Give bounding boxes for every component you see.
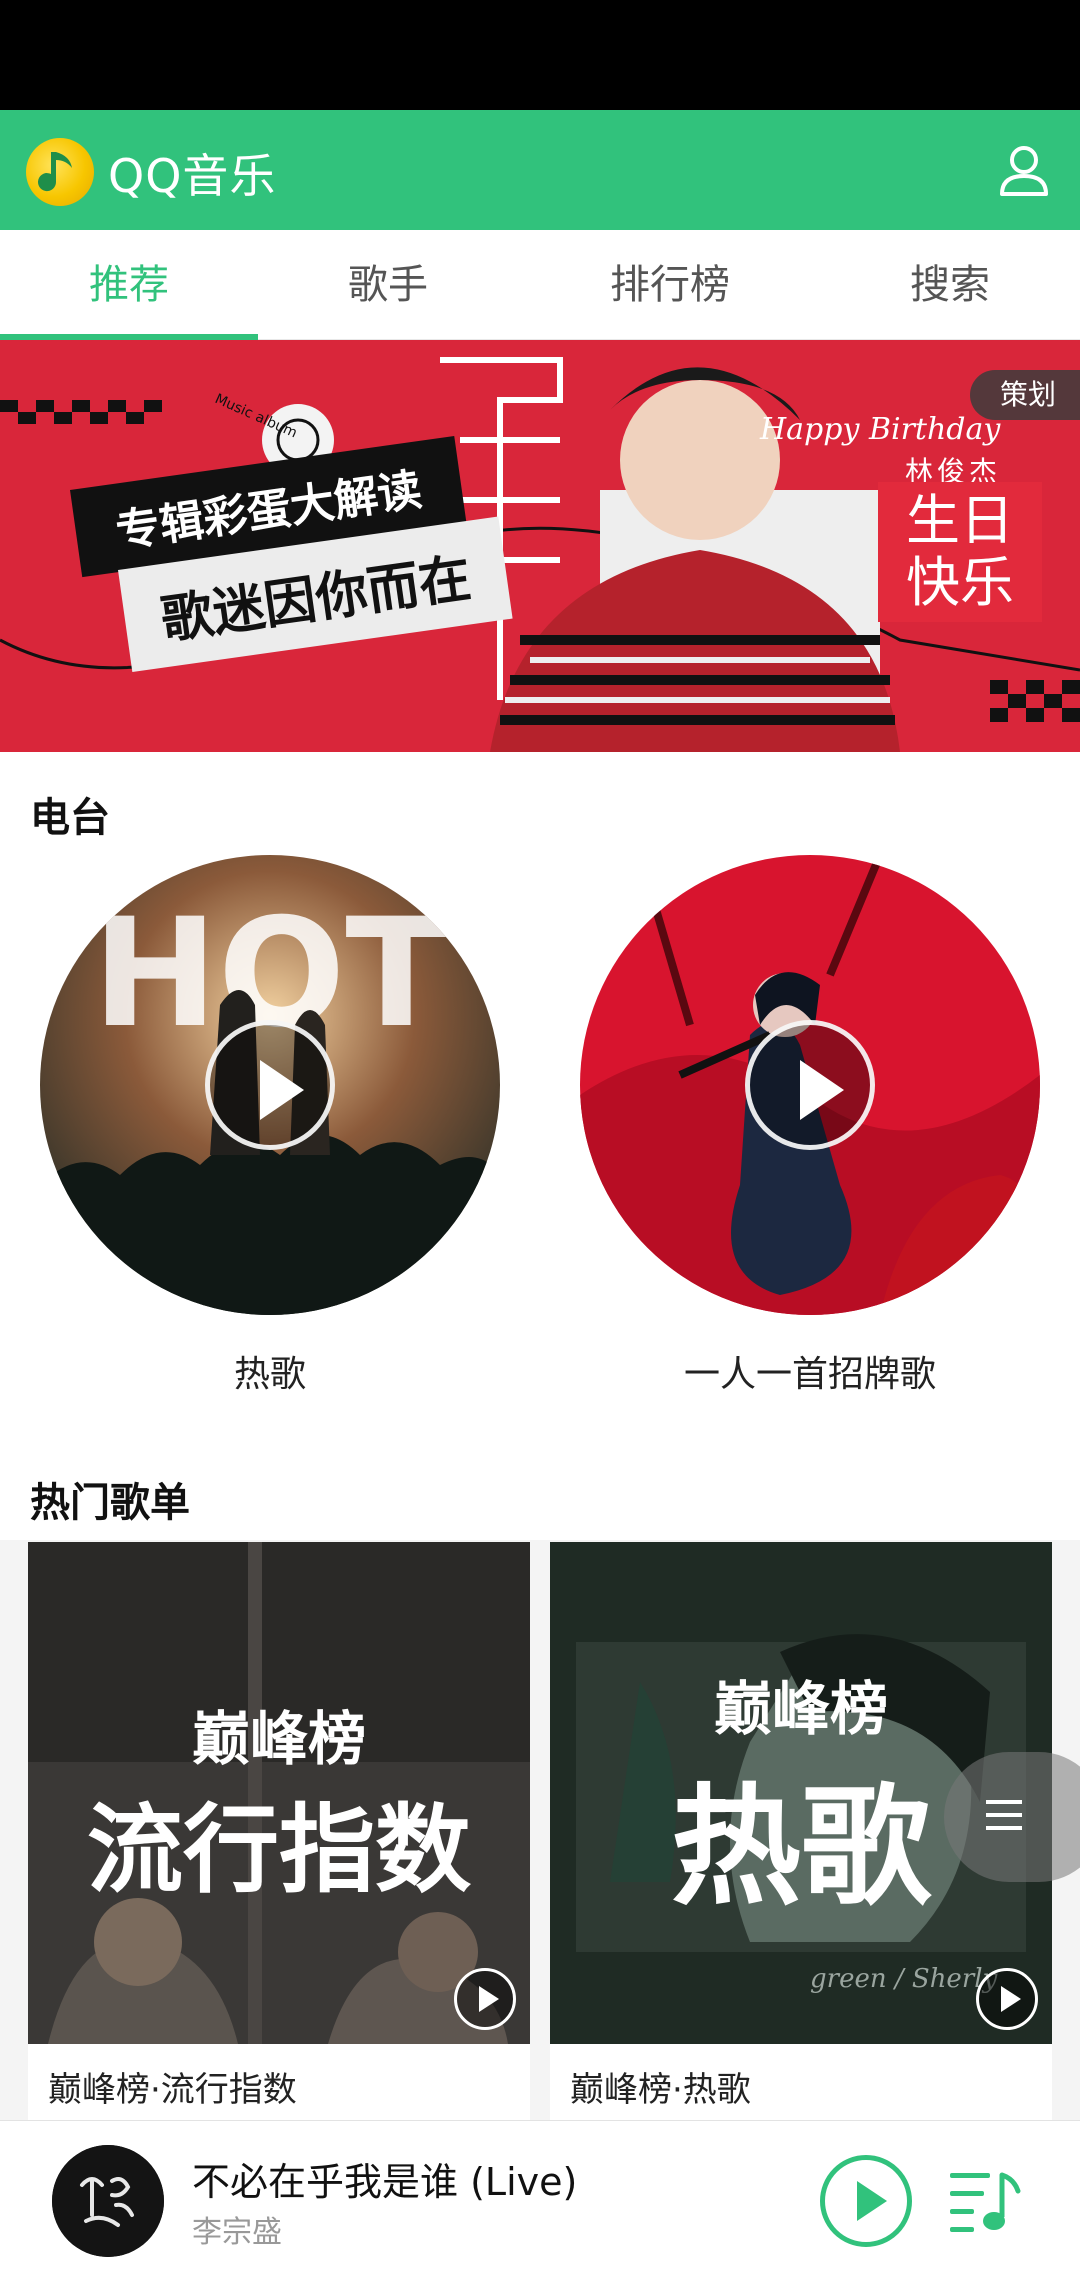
qq-music-logo-icon[interactable] bbox=[26, 138, 94, 206]
radio-label: 一人一首招牌歌 bbox=[683, 1354, 936, 1395]
app-bar: QQ音乐 bbox=[0, 110, 1080, 230]
tab-search[interactable]: 搜索 bbox=[820, 230, 1080, 340]
banner-greeting-line1: 生日 bbox=[906, 489, 1014, 552]
section-title-radio: 电台 bbox=[30, 795, 110, 841]
mini-player[interactable]: 不必在乎我是谁 (Live) 李宗盛 bbox=[0, 2120, 1080, 2280]
banner-greeting: 生日 快乐 bbox=[878, 482, 1042, 622]
playlist-cover-caption: green / Sherly bbox=[810, 1964, 998, 1994]
playlist-card-pop-index[interactable]: 巅峰榜 流行指数 巅峰榜·流行指数 bbox=[28, 1542, 530, 2120]
playlist-icon[interactable] bbox=[944, 2161, 1024, 2241]
playlist-cover-title: 流行指数 bbox=[87, 1794, 471, 1906]
playlist-title: 巅峰榜·热歌 bbox=[570, 2070, 751, 2110]
banner-greeting-line2: 快乐 bbox=[906, 551, 1014, 614]
banner-script-text: Happy Birthday bbox=[760, 412, 1001, 447]
play-icon[interactable] bbox=[976, 1968, 1038, 2030]
play-icon[interactable] bbox=[820, 2155, 912, 2247]
floating-menu-button[interactable] bbox=[944, 1752, 1080, 1882]
play-icon[interactable] bbox=[454, 1968, 516, 2030]
play-icon[interactable] bbox=[205, 1020, 335, 1150]
promo-banner[interactable]: Music album 专辑彩蛋大解读 歌迷因你而在 Happy Birthda… bbox=[0, 340, 1080, 752]
radio-label: 热歌 bbox=[233, 1354, 306, 1395]
user-icon[interactable] bbox=[994, 140, 1054, 200]
section-title-playlists: 热门歌单 bbox=[30, 1480, 190, 1526]
playlist-title: 巅峰榜·流行指数 bbox=[48, 2070, 297, 2110]
now-playing-artist: 李宗盛 bbox=[192, 2215, 282, 2250]
now-playing-title: 不必在乎我是谁 (Live) bbox=[192, 2160, 578, 2204]
menu-icon bbox=[986, 1800, 1022, 1830]
now-playing-cover[interactable] bbox=[52, 2145, 164, 2257]
banner-badge: 策划 bbox=[969, 370, 1080, 420]
app-title: QQ音乐 bbox=[108, 149, 277, 203]
playlist-cover-brand: 巅峰榜 bbox=[713, 1675, 888, 1743]
playlist-cover-brand: 巅峰榜 bbox=[191, 1705, 366, 1773]
tab-bar: 推荐 歌手 排行榜 搜索 bbox=[0, 230, 1080, 340]
play-icon[interactable] bbox=[745, 1020, 875, 1150]
tab-charts[interactable]: 排行榜 bbox=[540, 230, 800, 340]
tab-singers[interactable]: 歌手 bbox=[258, 230, 518, 340]
status-bar bbox=[0, 0, 1080, 110]
playlist-cover[interactable]: 巅峰榜 流行指数 bbox=[28, 1542, 530, 2044]
tab-recommend[interactable]: 推荐 bbox=[0, 230, 258, 340]
